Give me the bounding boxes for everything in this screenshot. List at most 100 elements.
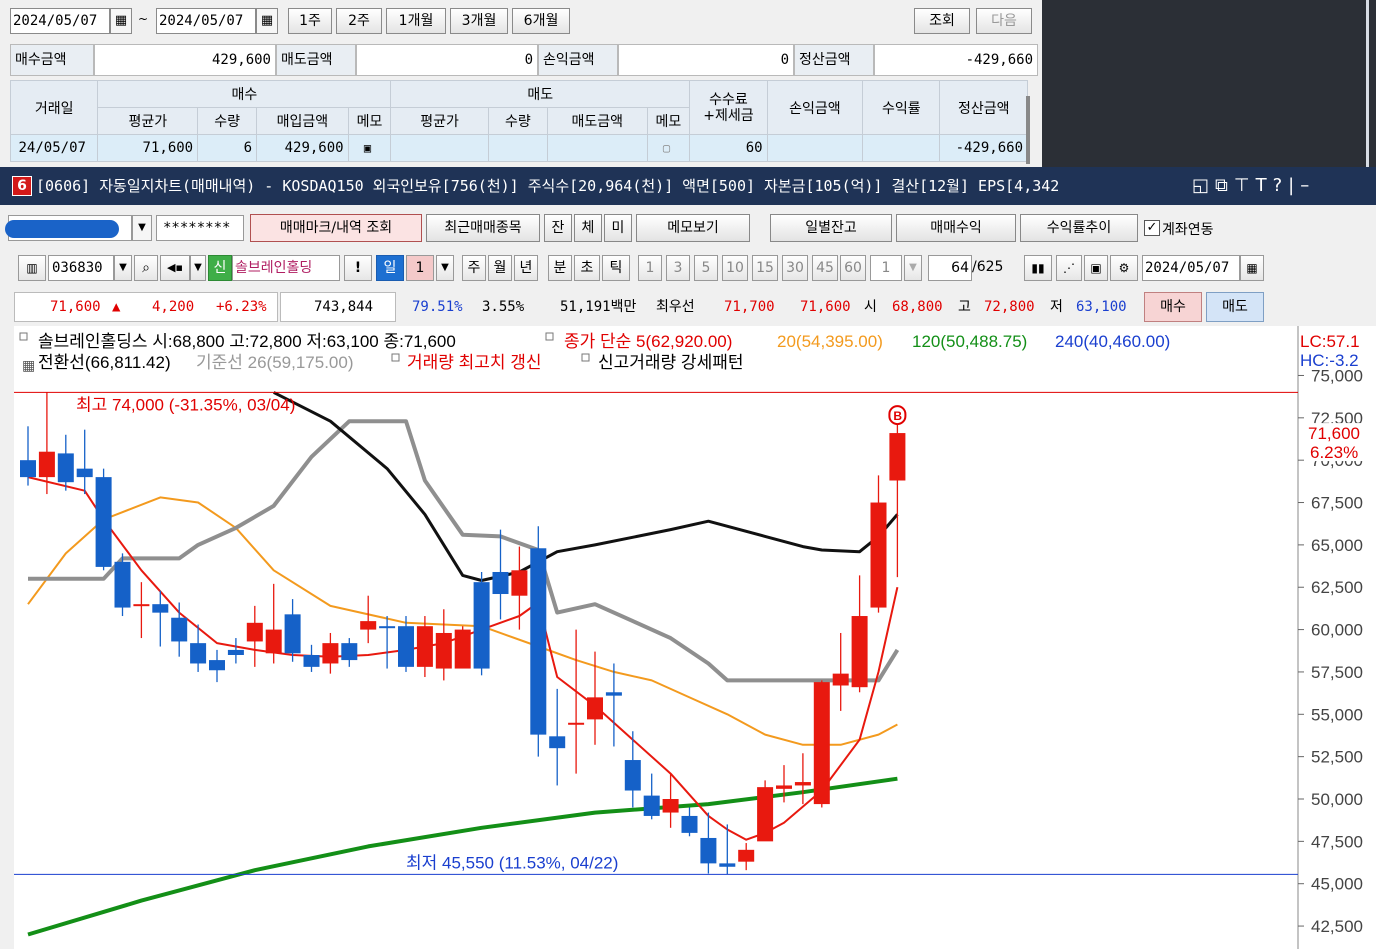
interval-10-button[interactable]: 10 xyxy=(722,255,748,281)
memo-icon[interactable]: ▢ xyxy=(646,134,691,162)
text-icon[interactable]: T xyxy=(1256,175,1273,196)
list-icon[interactable]: ▥ xyxy=(18,255,46,281)
buy-marker-icon[interactable]: B xyxy=(888,405,907,426)
daily-balance-button[interactable]: 일별잔고 xyxy=(770,214,892,242)
tile-icon[interactable]: ⧉ xyxy=(1215,175,1234,196)
y-tick-label: 42,500 xyxy=(1311,917,1363,936)
period-year-button[interactable]: 년 xyxy=(514,255,538,281)
title-bar[interactable]: [0606] 자동일지차트(매매내역) - KOSDAQ150 외국인보유[75… xyxy=(0,167,1376,205)
calendar-icon[interactable]: ▦ xyxy=(256,8,278,34)
chevron-down-icon[interactable]: ▼ xyxy=(114,255,132,281)
memo-view-button[interactable]: 메모보기 xyxy=(636,214,750,242)
trade-profit-button[interactable]: 매매수익 xyxy=(896,214,1016,242)
save-icon[interactable]: ▣ xyxy=(1084,255,1108,281)
help-icon[interactable]: ? xyxy=(1273,175,1289,196)
col-sell: 매도 xyxy=(390,80,691,108)
legend-ma120: 120(50,488.75) xyxy=(912,332,1027,351)
period-2w-button[interactable]: 2주 xyxy=(336,8,382,34)
candle-body xyxy=(549,736,566,749)
candlestick-chart[interactable]: 75,00072,50070,00067,50065,00062,50060,0… xyxy=(0,326,1376,949)
password-field[interactable]: ******** xyxy=(156,215,244,241)
stock-code-input[interactable]: 036830 xyxy=(48,255,114,281)
display-count-field[interactable]: 64 xyxy=(928,255,972,281)
recent-trades-button[interactable]: 최근매매종목 xyxy=(426,214,540,242)
period-6m-button[interactable]: 6개월 xyxy=(512,8,570,34)
col-sell-qty: 수량 xyxy=(487,107,548,135)
period-week-button[interactable]: 주 xyxy=(462,255,486,281)
alert-button[interactable]: ! xyxy=(344,255,372,281)
interval-1-button[interactable]: 1 xyxy=(638,255,662,281)
buy-amount-label: 매수금액 xyxy=(10,44,94,76)
interval-15-button[interactable]: 15 xyxy=(752,255,778,281)
candle-body xyxy=(719,863,736,867)
chevron-down-icon[interactable]: ▼ xyxy=(190,255,206,281)
buy-button[interactable]: 매수 xyxy=(1144,292,1202,322)
table-row[interactable]: 24/05/07 71,600 6 429,600 ▣ ▢ 60 -429,66… xyxy=(9,134,1028,162)
interval-30-button[interactable]: 30 xyxy=(782,255,808,281)
date-to-field[interactable]: 2024/05/07 xyxy=(156,8,256,34)
minimize-icon[interactable]: – xyxy=(1300,175,1315,196)
next-button[interactable]: 다음 xyxy=(976,8,1032,34)
candle-body xyxy=(757,787,774,842)
calendar-icon[interactable]: ▦ xyxy=(110,8,132,34)
period-minute-button[interactable]: 분 xyxy=(548,255,572,281)
executed-button[interactable]: 체 xyxy=(574,214,602,242)
candle-body xyxy=(227,649,244,655)
y-tick-label: 60,000 xyxy=(1311,621,1363,640)
candle-body xyxy=(95,477,112,567)
candle-icon[interactable]: ▮▮ xyxy=(1024,255,1052,281)
chevron-down-icon[interactable]: ▼ xyxy=(132,215,152,241)
volume: 743,844 xyxy=(314,299,374,315)
period-day-button[interactable]: 일 xyxy=(376,255,404,281)
calendar-icon[interactable]: ▦ xyxy=(1240,255,1264,281)
sell-button[interactable]: 매도 xyxy=(1206,292,1264,322)
col-buy-avg: 평균가 xyxy=(97,107,199,135)
y-tick-label: 47,500 xyxy=(1311,832,1363,851)
pin-icon[interactable]: ⊤ xyxy=(1234,175,1256,196)
pnl-amount-label: 손익금액 xyxy=(538,44,618,76)
best-bid: 71,600 xyxy=(800,299,851,315)
period-month-button[interactable]: 월 xyxy=(488,255,512,281)
return-trend-button[interactable]: 수익률추이 xyxy=(1020,214,1138,242)
unexecuted-button[interactable]: 미 xyxy=(604,214,632,242)
period-3m-button[interactable]: 3개월 xyxy=(450,8,508,34)
calendar-icon[interactable]: ▦ xyxy=(22,357,35,373)
sound-icon[interactable]: ◀▪ xyxy=(160,255,190,281)
lc-label: LC:57.1 xyxy=(1300,332,1360,351)
line-tool-icon[interactable]: ⋰ xyxy=(1056,255,1082,281)
account-link-checkbox[interactable]: ✓ xyxy=(1144,220,1160,236)
gear-icon[interactable]: ⚙ xyxy=(1110,255,1138,281)
balance-button[interactable]: 잔 xyxy=(544,214,572,242)
candle-body xyxy=(20,460,36,478)
period-second-button[interactable]: 초 xyxy=(574,255,600,281)
period-1m-button[interactable]: 1개월 xyxy=(386,8,446,34)
candle-body xyxy=(152,604,169,613)
settle-amount-value: -429,660 xyxy=(874,44,1038,76)
period-count-field[interactable]: 1 xyxy=(406,255,434,281)
col-pnl: 손익금액 xyxy=(766,80,864,135)
query-button[interactable]: 조회 xyxy=(914,8,970,34)
date-from-field[interactable]: 2024/05/07 xyxy=(10,8,110,34)
search-icon[interactable]: ⌕ xyxy=(134,255,158,281)
trade-mark-query-button[interactable]: 매매마크/내역 조회 xyxy=(250,214,422,242)
chart-window: [0606] 자동일지차트(매매내역) - KOSDAQ150 외국인보유[75… xyxy=(0,167,1376,949)
legend-ma240: 240(40,460.00) xyxy=(1055,332,1170,351)
interval-3-button[interactable]: 3 xyxy=(666,255,690,281)
cell-buy-qty: 6 xyxy=(197,134,258,162)
interval-count-field[interactable]: 1 xyxy=(870,255,902,281)
table-scrollbar[interactable] xyxy=(1026,96,1030,164)
interval-5-button[interactable]: 5 xyxy=(694,255,718,281)
stock-name: 솔브레인홀딩 xyxy=(232,255,340,281)
cell-buy-avg: 71,600 xyxy=(97,134,199,162)
chevron-down-icon[interactable]: ▼ xyxy=(436,255,454,281)
restore-icon[interactable]: ◱ xyxy=(1192,175,1215,196)
period-1w-button[interactable]: 1주 xyxy=(288,8,332,34)
memo-icon[interactable]: ▣ xyxy=(347,134,392,162)
hc-label: HC:-3.2 xyxy=(1300,351,1359,370)
chevron-down-icon[interactable]: ▼ xyxy=(904,255,922,281)
interval-60-button[interactable]: 60 xyxy=(840,255,866,281)
period-tick-button[interactable]: 틱 xyxy=(602,255,630,281)
account-select[interactable] xyxy=(5,215,132,241)
chart-date-field[interactable]: 2024/05/07 xyxy=(1142,255,1240,281)
interval-45-button[interactable]: 45 xyxy=(812,255,838,281)
